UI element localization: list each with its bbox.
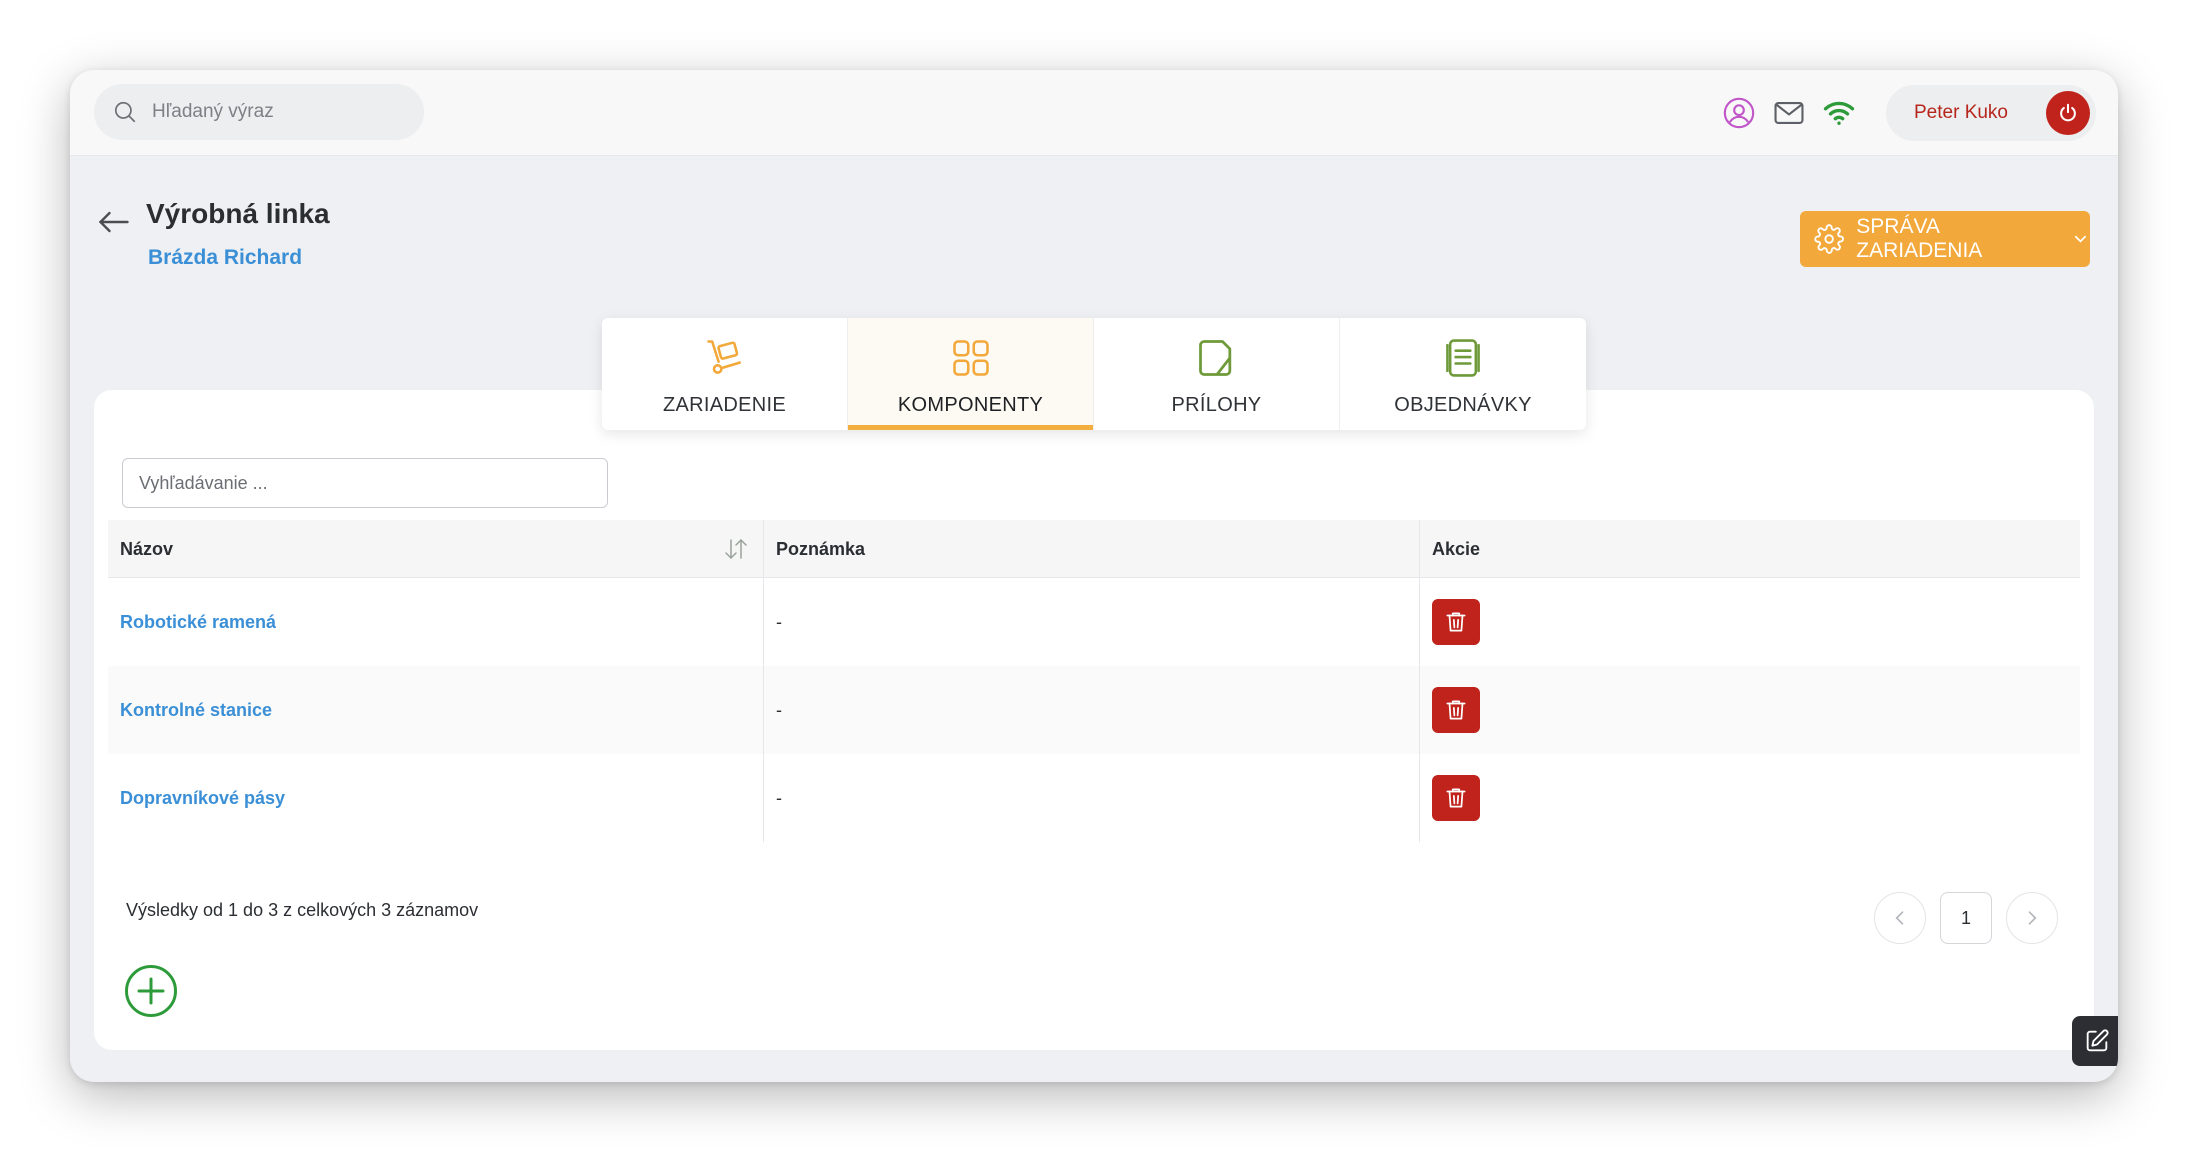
logout-button[interactable] [2046,91,2090,135]
pagination: 1 [1874,892,2058,944]
tab-bar: ZARIADENIE KOMPONENTY PRÍLOHY OBJEDNÁVKY [602,318,1586,430]
page-subtitle-link[interactable]: Brázda Richard [148,246,302,270]
prev-page-button[interactable] [1874,892,1926,944]
results-summary: Výsledky od 1 do 3 z celkových 3 záznamo… [126,900,479,920]
column-header-name[interactable]: Názov [108,520,764,578]
component-link[interactable]: Dopravníkové pásy [120,788,285,809]
column-header-actions: Akcie [1420,520,2080,578]
cell-note: - [764,578,1420,666]
table-row: Kontrolné stanice - [108,666,2080,754]
list-search-placeholder: Vyhľadávanie ... [139,472,268,493]
app-window: Hľadaný výraz Peter Kuko Výrobná linka B… [70,70,2118,1082]
tab-label: PRÍLOHY [1171,394,1262,416]
orders-icon [1446,339,1480,377]
chevron-right-icon [2028,911,2037,925]
sort-icon[interactable] [723,537,749,561]
trash-icon [1446,612,1466,632]
user-menu[interactable]: Peter Kuko [1886,85,2096,141]
grid-icon [952,340,989,376]
cell-actions [1420,578,2080,666]
delete-button[interactable] [1432,775,1480,821]
cell-actions [1420,666,2080,754]
component-link[interactable]: Robotické ramená [120,612,276,633]
edit-icon [2086,1029,2109,1052]
components-table: Názov Poznámka Akcie Robotické ramená - … [108,520,2080,842]
global-search-input[interactable]: Hľadaný výraz [94,84,424,140]
global-search-placeholder: Hľadaný výraz [152,101,274,122]
tab-label: ZARIADENIE [662,394,787,416]
add-component-button[interactable] [124,964,178,1018]
table-row: Dopravníkové pásy - [108,754,2080,842]
tab-label: KOMPONENTY [897,394,1044,416]
table-row: Robotické ramená - [108,578,2080,666]
chevron-down-icon [2074,235,2087,243]
component-link[interactable]: Kontrolné stanice [120,700,272,721]
trash-icon [1446,700,1466,720]
next-page-button[interactable] [2006,892,2058,944]
tab-prilohy[interactable]: PRÍLOHY [1094,318,1340,430]
cell-name: Robotické ramená [108,578,764,666]
tab-komponenty[interactable]: KOMPONENTY [848,318,1094,430]
column-header-label: Akcie [1432,538,1481,559]
manage-device-label: SPRÁVA ZARIADENIA [1856,215,1983,262]
back-arrow-icon[interactable] [96,204,132,240]
list-search-input[interactable]: Vyhľadávanie ... [122,458,608,508]
mail-icon[interactable] [1772,96,1806,130]
delete-button[interactable] [1432,687,1480,733]
chevron-left-icon [1895,911,1904,925]
column-header-label: Poznámka [776,538,866,559]
user-circle-icon[interactable] [1722,96,1756,130]
column-header-note: Poznámka [764,520,1420,578]
user-name: Peter Kuko [1914,102,2008,123]
cell-note: - [764,666,1420,754]
table-header: Názov Poznámka Akcie [108,520,2080,578]
tab-objednavky[interactable]: OBJEDNÁVKY [1340,318,1586,430]
tab-zariadenie[interactable]: ZARIADENIE [602,318,848,430]
page-number-button[interactable]: 1 [1940,892,1992,944]
cell-name: Dopravníkové pásy [108,754,764,842]
delete-button[interactable] [1432,599,1480,645]
tab-label: OBJEDNÁVKY [1394,394,1532,416]
cell-actions [1420,754,2080,842]
wifi-icon [1822,96,1856,130]
feedback-edit-button[interactable] [2072,1016,2118,1066]
power-icon [2060,103,2076,122]
gear-icon [1814,224,1844,254]
cell-note: - [764,754,1420,842]
cell-name: Kontrolné stanice [108,666,764,754]
search-icon [114,101,136,123]
page-title: Výrobná linka [146,198,330,229]
top-bar: Hľadaný výraz Peter Kuko [70,70,2118,156]
document-icon [1198,340,1231,376]
trash-icon [1446,788,1466,808]
manage-device-button[interactable]: SPRÁVA ZARIADENIA [1800,211,2090,267]
hand-truck-icon [706,340,741,374]
column-header-label: Názov [120,538,174,559]
top-actions: Peter Kuko [1722,70,2118,156]
